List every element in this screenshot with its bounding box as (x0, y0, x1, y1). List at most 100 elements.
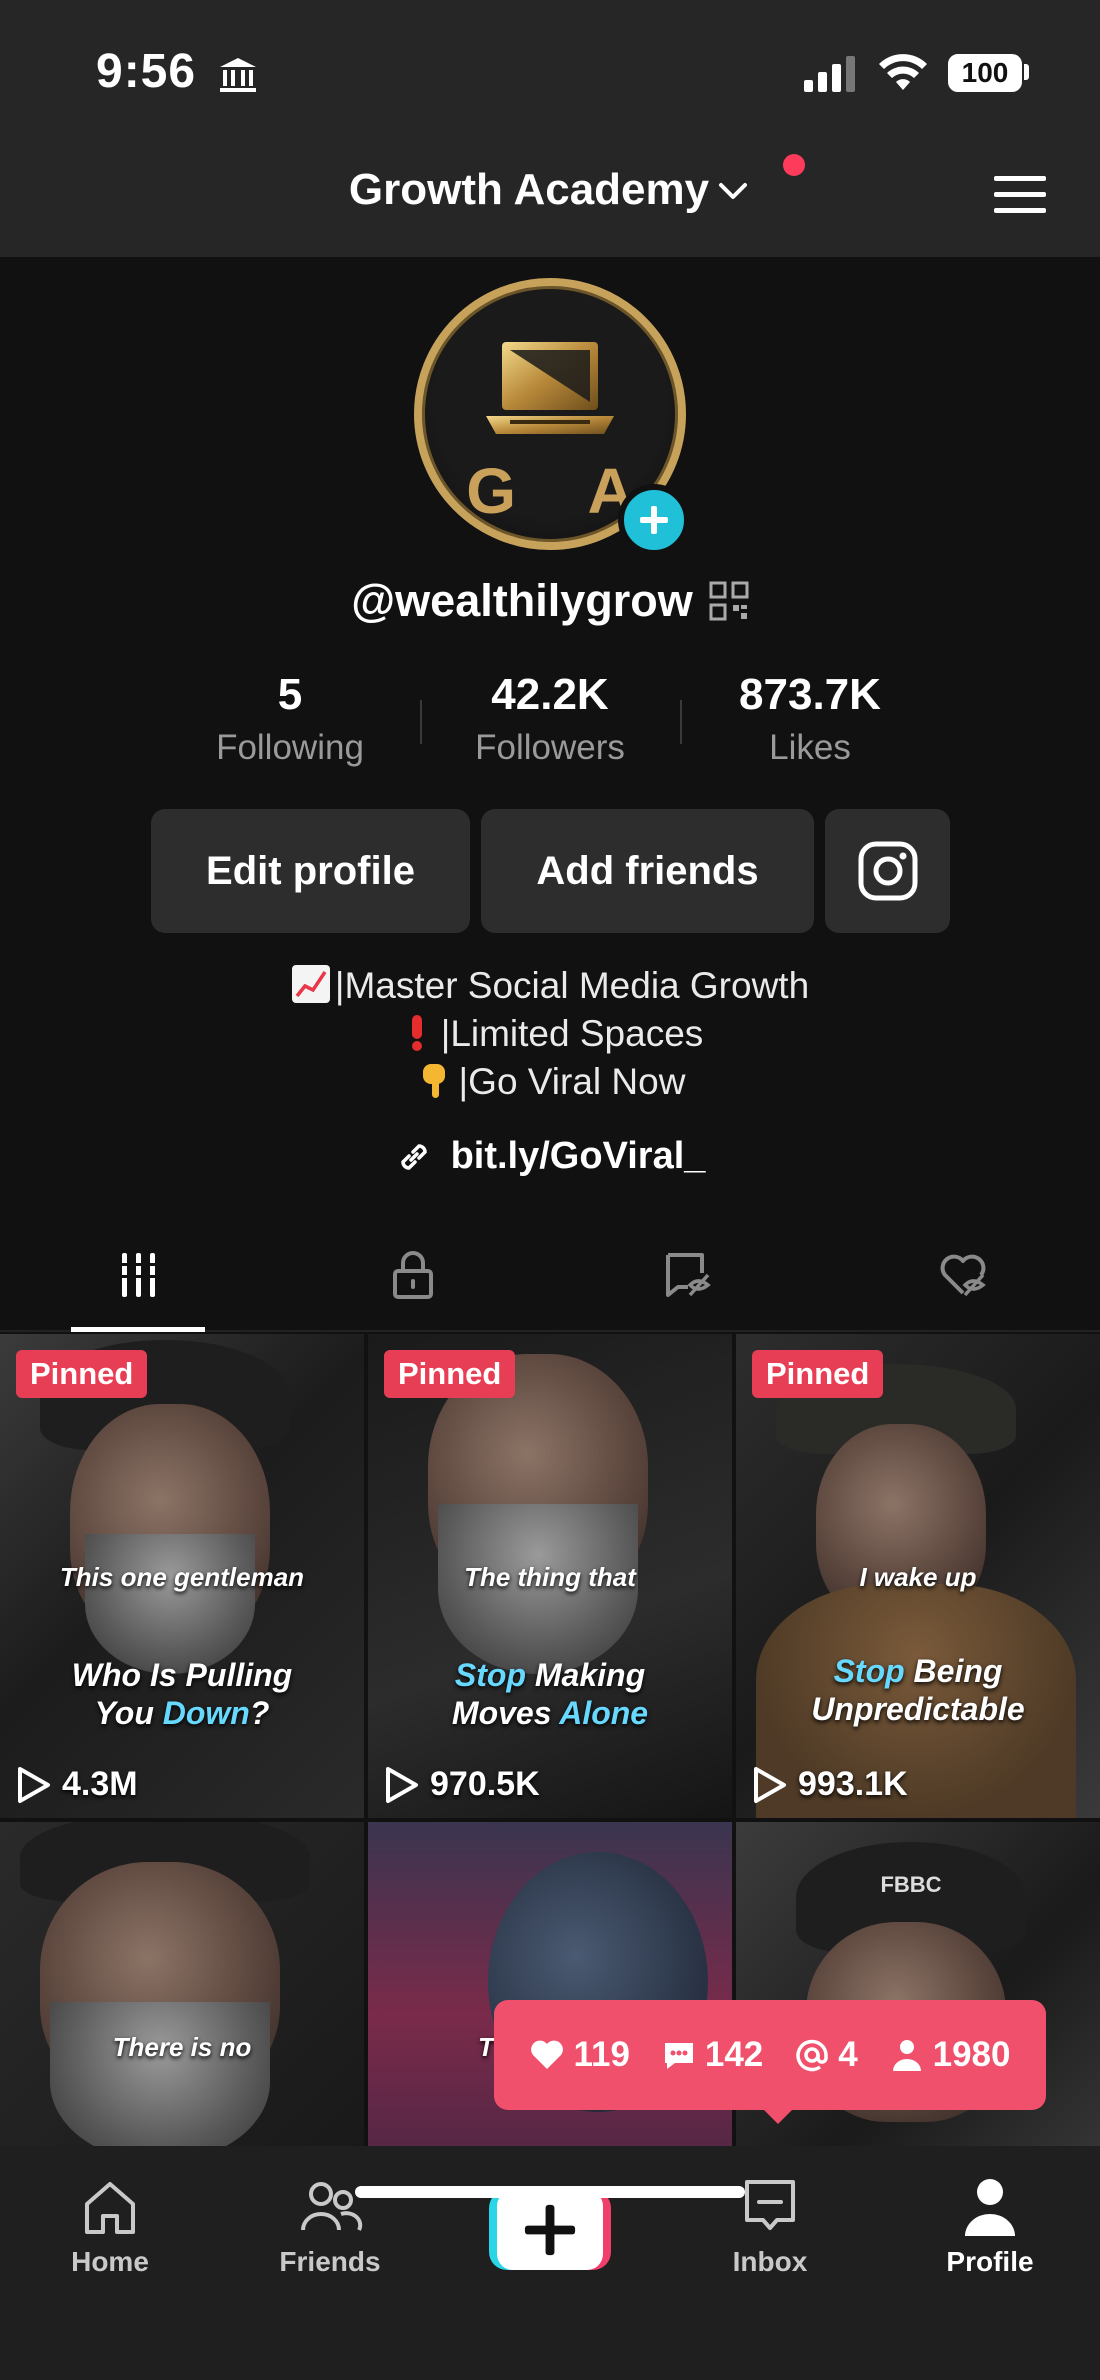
page-title: Growth Academy (348, 165, 710, 214)
pinned-badge: Pinned (752, 1350, 884, 1398)
video-caption: Stop Being Unpredictable (736, 1652, 1100, 1728)
bio-text: |Limited Spaces (440, 1013, 704, 1054)
liked-hidden-icon (940, 1254, 986, 1297)
nav-label: Inbox (732, 2246, 808, 2277)
add-friends-button[interactable]: Add friends (481, 809, 814, 933)
pinned-badge: Pinned (16, 1350, 148, 1398)
bank-icon (220, 58, 256, 92)
laptop-icon (486, 342, 614, 434)
exclamation-icon (411, 1015, 422, 1051)
caption-text: Making (525, 1657, 646, 1693)
tab-liked[interactable] (825, 1220, 1100, 1330)
stat-value: 873.7K (739, 670, 881, 719)
lock-icon (392, 1251, 433, 1299)
bio-text: |Master Social Media Growth (334, 965, 810, 1006)
create-button[interactable] (489, 2190, 611, 2270)
add-avatar-button[interactable] (618, 484, 690, 556)
chevron-down-icon (719, 183, 748, 199)
caption-text: Being (904, 1653, 1003, 1689)
bio: |Master Social Media Growth |Limited Spa… (0, 962, 1100, 1106)
video-thumbnail[interactable]: Pinned This one gentleman Who Is Pulling… (0, 1334, 364, 1818)
bottom-navigation: Home Friends Inbox Profile (0, 2146, 1100, 2380)
repost-hidden-icon (665, 1253, 711, 1297)
stat-label: Following (216, 728, 364, 767)
battery-level: 100 (961, 57, 1009, 88)
status-bar: 9:56 100 (0, 0, 1100, 140)
battery-tip (1024, 64, 1029, 80)
video-caption: Who Is Pulling You Down? (0, 1656, 364, 1732)
video-thumbnail[interactable]: Pinned I wake up Stop Being Unpredictabl… (736, 1334, 1100, 1818)
heart-icon (531, 2040, 564, 2069)
menu-icon[interactable] (992, 172, 1048, 216)
plus-icon (524, 2204, 576, 2256)
view-count-text: 993.1K (798, 1765, 908, 1803)
beard-shape (85, 1534, 255, 1674)
beard-shape (50, 2002, 270, 2162)
bio-line: |Limited Spaces (0, 1010, 1100, 1058)
caption-highlight: Stop (454, 1657, 526, 1693)
home-icon (85, 2182, 135, 2234)
grid-icon (117, 1253, 158, 1297)
tab-reposts[interactable] (550, 1220, 825, 1330)
stat-value: 42.2K (491, 670, 609, 719)
video-caption-small: I wake up (859, 1562, 977, 1592)
status-time: 9:56 (96, 45, 197, 98)
stat-followers[interactable]: 42.2K Followers (420, 670, 680, 780)
caption-text: Moves (451, 1695, 560, 1731)
stat-label: Followers (475, 728, 625, 767)
nav-inbox[interactable]: Inbox (660, 2160, 880, 2290)
video-caption-small: This one gentleman (59, 1562, 305, 1592)
person-icon (892, 2040, 921, 2071)
caption-line: Who Is Pulling (71, 1657, 293, 1693)
view-count: 4.3M (16, 1765, 138, 1804)
play-icon (18, 1766, 50, 1803)
play-icon (754, 1766, 786, 1803)
nav-label: Profile (946, 2246, 1034, 2277)
instagram-button[interactable] (825, 809, 950, 933)
notif-mentions: 4 (794, 2035, 858, 2075)
profile-stats: 5 Following 42.2K Followers 873.7K Likes (160, 670, 940, 780)
profile-icon (965, 2179, 1015, 2236)
cap-text: FBBC (880, 1872, 942, 1897)
profile-link[interactable]: bit.ly/GoViral_ (0, 1135, 1100, 1186)
nav-create[interactable] (440, 2160, 660, 2290)
account-switcher[interactable]: Growth Academy (0, 165, 1100, 215)
mention-icon (796, 2039, 828, 2072)
notification-tail (760, 2106, 796, 2124)
tab-videos[interactable] (0, 1220, 275, 1330)
home-indicator[interactable] (355, 2186, 745, 2198)
video-caption-small: There is no (112, 2032, 252, 2062)
view-count: 993.1K (752, 1765, 908, 1804)
nav-friends[interactable]: Friends (220, 2160, 440, 2290)
edit-profile-button[interactable]: Edit profile (151, 809, 470, 933)
view-count: 970.5K (384, 1765, 540, 1804)
nav-label: Friends (279, 2246, 381, 2277)
qr-code-icon[interactable] (709, 581, 749, 621)
stat-label: Likes (769, 728, 851, 767)
nav-profile[interactable]: Profile (880, 2160, 1100, 2290)
caption-highlight: Alone (559, 1695, 649, 1731)
nav-home[interactable]: Home (0, 2160, 220, 2290)
caption-highlight: Stop (833, 1653, 905, 1689)
bio-line: |Go Viral Now (0, 1058, 1100, 1106)
video-caption: Stop Making Moves Alone (368, 1656, 732, 1732)
stat-following[interactable]: 5 Following (160, 670, 420, 780)
wifi-icon (879, 54, 927, 90)
username-row: @wealthilygrow (0, 575, 1100, 627)
caption-text: You (94, 1695, 163, 1731)
pinned-badge: Pinned (384, 1350, 516, 1398)
inbox-icon (745, 2180, 795, 2230)
notif-comments-count: 142 (704, 2035, 764, 2074)
stat-likes[interactable]: 873.7K Likes (680, 670, 940, 780)
comment-icon (664, 2043, 693, 2069)
instagram-icon (858, 841, 917, 901)
view-count-text: 970.5K (430, 1765, 540, 1803)
activity-notification[interactable]: 119 142 4 1980 (494, 2000, 1046, 2110)
chart-increasing-icon (291, 965, 330, 1003)
battery-indicator: 100 (948, 54, 1022, 92)
notif-mentions-count: 4 (838, 2035, 858, 2074)
video-thumbnail[interactable]: Pinned The thing that Stop Making Moves … (368, 1334, 732, 1818)
link-icon (400, 1143, 427, 1170)
tab-private[interactable] (275, 1220, 550, 1330)
notification-dot (783, 154, 805, 176)
